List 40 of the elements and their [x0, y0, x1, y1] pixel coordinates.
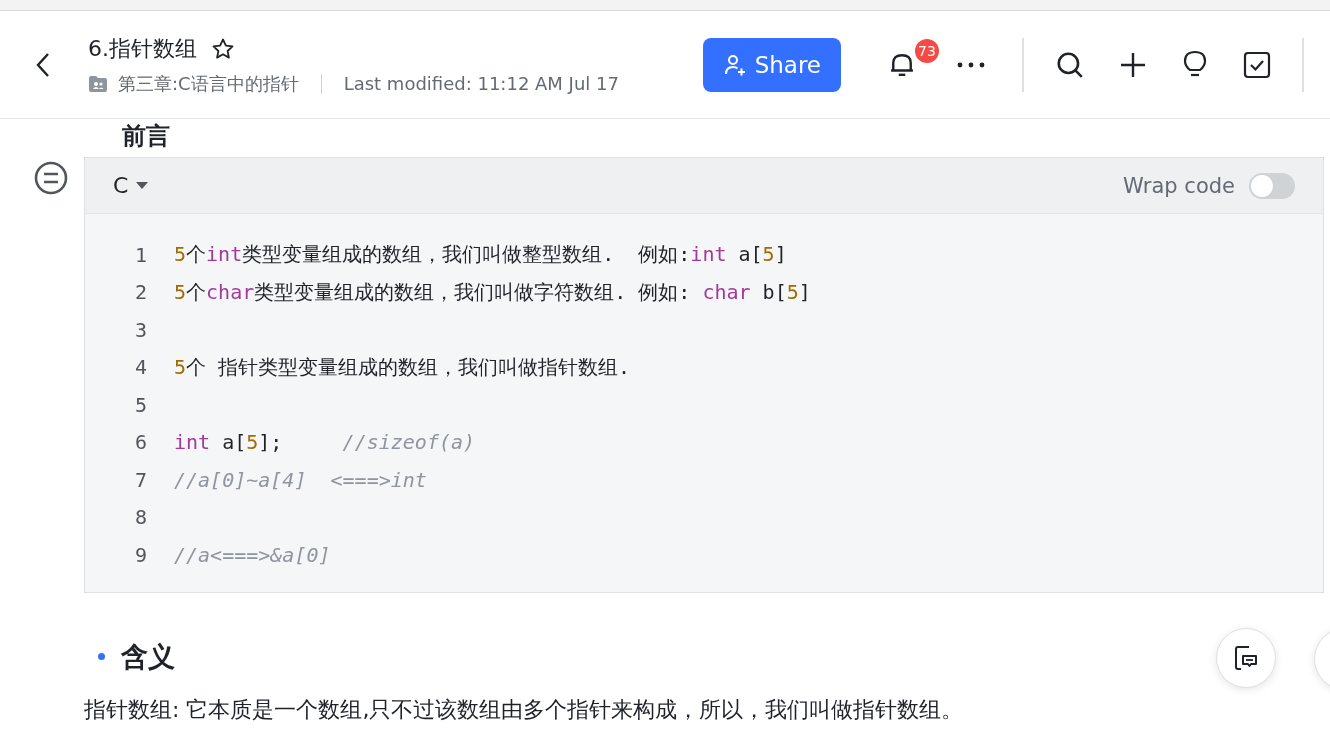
- section-heading: 前言: [122, 121, 171, 151]
- line-number: 2: [133, 280, 147, 305]
- line-number: 7: [133, 467, 147, 492]
- code-line: 5个 指针类型变量组成的数组，我们叫做指针数组.: [174, 353, 631, 381]
- line-number: 5: [133, 392, 147, 417]
- bullet-icon: [98, 653, 105, 660]
- code-line: //a<===>&a[0]: [174, 542, 331, 567]
- last-modified: Last modified: 11:12 AM Jul 17: [343, 73, 619, 94]
- more-icon[interactable]: [956, 60, 986, 69]
- block-menu-icon[interactable]: [34, 161, 68, 195]
- wrap-code-label: Wrap code: [1123, 173, 1235, 198]
- notification-badge: 73: [915, 38, 939, 63]
- wrap-code-toggle[interactable]: [1249, 172, 1295, 199]
- comment-button[interactable]: [1216, 628, 1276, 688]
- back-icon[interactable]: [36, 51, 50, 78]
- star-icon[interactable]: [211, 36, 235, 61]
- paragraph: 指针数组: 它本质是一个数组,只不过该数组由多个指针来构成，所以，我们叫做指针数组。: [84, 695, 965, 724]
- caret-icon: [136, 181, 149, 190]
- bell-icon[interactable]: [890, 52, 914, 77]
- add-user-icon: [722, 52, 747, 77]
- comment-icon: [1234, 645, 1258, 671]
- line-number: 8: [133, 505, 147, 530]
- code-line: int a[5]; //sizeof(a): [174, 430, 476, 455]
- folder-icon: [88, 74, 108, 93]
- language-dropdown[interactable]: C: [113, 173, 149, 198]
- plus-icon[interactable]: [1119, 50, 1147, 79]
- line-number: 9: [133, 542, 147, 567]
- folder-link[interactable]: 第三章:C语言中的指针: [118, 71, 299, 96]
- search-icon[interactable]: [1055, 49, 1085, 80]
- document-title: 6.指针数组: [88, 34, 197, 63]
- section-heading: 含义: [121, 639, 175, 674]
- line-number: 4: [133, 355, 147, 380]
- code-line: //a[0]~a[4] <===>int: [174, 467, 427, 492]
- code-line: 5个int类型变量组成的数组，我们叫做整型数组. 例如:int a[5]: [174, 241, 787, 269]
- code-line: 5个char类型变量组成的数组，我们叫做字符数组. 例如: char b[5]: [174, 278, 811, 306]
- line-number: 6: [133, 430, 147, 455]
- share-button[interactable]: Share: [702, 37, 841, 92]
- line-number: 1: [133, 242, 147, 267]
- line-number: 3: [133, 317, 147, 342]
- checkbox-icon[interactable]: [1243, 50, 1271, 79]
